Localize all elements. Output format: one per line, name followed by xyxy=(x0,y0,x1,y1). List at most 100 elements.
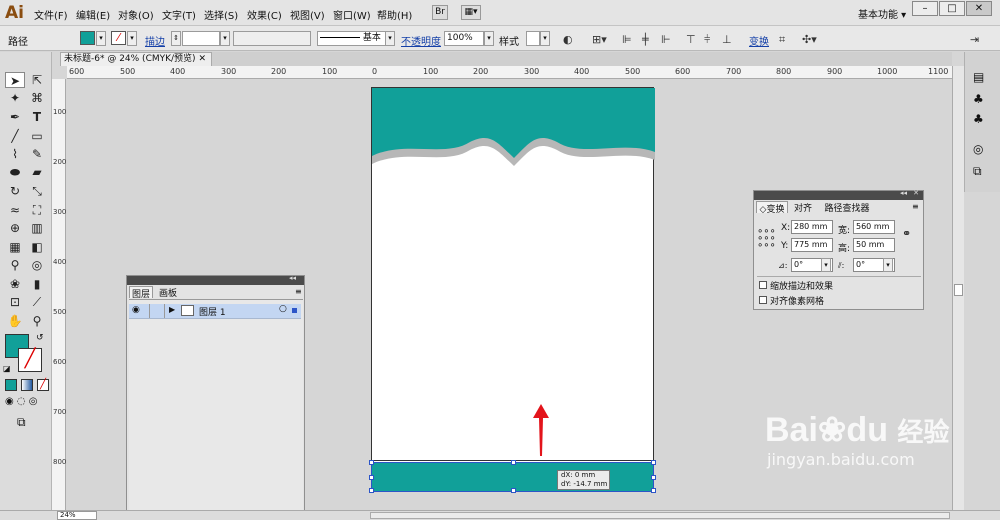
fill-dropdown[interactable]: ▾ xyxy=(96,31,106,46)
selection-handle[interactable] xyxy=(651,488,656,493)
lock-toggle[interactable] xyxy=(149,304,165,318)
align-to-icon[interactable]: ⊞▾ xyxy=(592,33,607,46)
bridge-button[interactable]: Br xyxy=(432,5,448,20)
vertical-scrollbar[interactable] xyxy=(952,66,964,510)
free-transform-icon[interactable]: ⛶ xyxy=(27,202,47,218)
align-top-icon[interactable]: ⊤ xyxy=(686,33,696,46)
selection-handle[interactable] xyxy=(511,488,516,493)
selected-footer-band[interactable] xyxy=(369,460,656,493)
align-bottom-icon[interactable]: ⊥ xyxy=(722,33,732,46)
swap-colors-icon[interactable]: ↺ xyxy=(36,333,44,343)
symbols-panel-icon[interactable]: ♣ xyxy=(973,112,984,126)
workspace-switcher[interactable]: 基本功能 ▾ xyxy=(858,6,906,21)
expand-triangle-icon[interactable]: ▶ xyxy=(169,305,175,314)
stroke-none-swatch[interactable]: ⁄ xyxy=(111,31,126,45)
stroke-weight-stepper[interactable]: ⇕ xyxy=(171,31,181,46)
symbol-sprayer-icon[interactable]: ❀ xyxy=(5,276,25,292)
default-colors-icon[interactable]: ◪ xyxy=(3,364,11,373)
magic-wand-icon[interactable]: ✦ xyxy=(5,90,25,106)
stroke-weight-dropdown[interactable]: ▾ xyxy=(220,31,230,46)
pen-tool-icon[interactable]: ✒ xyxy=(5,109,25,125)
height-field[interactable]: 50 mm xyxy=(853,238,895,252)
selection-handle[interactable] xyxy=(369,460,374,465)
brushes-panel-icon[interactable]: ♣ xyxy=(973,92,984,106)
menu-object[interactable]: 对象(O) xyxy=(118,7,154,22)
layer-row[interactable]: ◉ ▶ 图层 1 ○ xyxy=(129,304,301,319)
width-field[interactable]: 560 mm xyxy=(853,220,895,234)
menu-help[interactable]: 帮助(H) xyxy=(377,7,412,22)
menu-type[interactable]: 文字(T) xyxy=(162,7,196,22)
menu-select[interactable]: 选择(S) xyxy=(204,7,238,22)
collapse-icon[interactable]: ◂◂ xyxy=(289,274,296,282)
artboard[interactable] xyxy=(371,87,655,491)
perspective-grid-icon[interactable]: ▥ xyxy=(27,220,47,236)
appearance-panel-icon[interactable]: ◎ xyxy=(973,142,983,156)
eyedropper-icon[interactable]: ⚲ xyxy=(5,257,25,273)
isolate-icon[interactable]: ⌗ xyxy=(779,33,785,47)
tab-close-icon[interactable]: ✕ xyxy=(198,54,206,64)
align-pixel-checkbox[interactable] xyxy=(759,296,767,304)
variable-width-profile[interactable] xyxy=(233,31,311,46)
close-button[interactable]: ✕ xyxy=(966,1,992,16)
selection-handle[interactable] xyxy=(511,460,516,465)
panel-menu-icon[interactable]: ≡ xyxy=(295,287,302,296)
opacity-field[interactable]: 100% xyxy=(444,31,484,46)
shape-builder-icon[interactable]: ⊕ xyxy=(5,220,25,236)
opacity-link[interactable]: 不透明度 xyxy=(401,33,441,48)
tab-transform[interactable]: ◇变换 xyxy=(756,201,788,215)
constrain-link-icon[interactable]: ⚭ xyxy=(902,227,911,240)
options-icon[interactable]: ✣▾ xyxy=(802,33,817,46)
transform-link[interactable]: 变换 xyxy=(749,33,769,48)
gradient-mode-icon[interactable] xyxy=(21,379,33,391)
color-mode-icon[interactable] xyxy=(5,379,17,391)
paintbrush-icon[interactable]: ⌇ xyxy=(5,146,25,162)
selection-handle[interactable] xyxy=(369,475,374,480)
graphic-styles-icon[interactable]: ⧉ xyxy=(973,164,982,179)
rotate-tool-icon[interactable]: ↻ xyxy=(5,183,25,199)
panel-header[interactable]: ◂◂ ✕ xyxy=(754,189,923,200)
fill-swatch[interactable] xyxy=(80,31,95,45)
tab-align[interactable]: 对齐 xyxy=(791,201,815,214)
pencil-icon[interactable]: ✎ xyxy=(27,146,47,162)
reference-point-icon[interactable]: ∘∘∘ ∘∘∘ ∘∘∘ xyxy=(757,227,776,251)
arrange-documents-icon[interactable]: ▦▾ xyxy=(461,5,481,20)
panel-menu-icon[interactable]: ≡ xyxy=(912,202,919,211)
selection-tool-icon[interactable]: ➤ xyxy=(5,72,25,88)
menu-effect[interactable]: 效果(C) xyxy=(247,7,282,22)
warp-tool-icon[interactable]: ≈ xyxy=(5,202,25,218)
menu-file[interactable]: 文件(F) xyxy=(34,7,68,22)
align-right-icon[interactable]: ⊩ xyxy=(661,33,671,46)
selection-handle[interactable] xyxy=(651,460,656,465)
document-tab[interactable]: 未标题-6* @ 24% (CMYK/预览) ✕ xyxy=(60,52,212,66)
layer-name[interactable]: 图层 1 xyxy=(199,305,226,318)
gradient-tool-icon[interactable]: ◧ xyxy=(27,239,47,255)
tab-artboards[interactable]: 画板 xyxy=(155,286,181,299)
brush-dropdown[interactable]: ▾ xyxy=(385,31,395,46)
selection-handle[interactable] xyxy=(369,488,374,493)
scale-tool-icon[interactable]: ⤡ xyxy=(27,183,47,199)
graph-tool-icon[interactable]: ▮ xyxy=(27,276,47,292)
panel-header[interactable]: ◂◂ xyxy=(127,274,304,285)
blob-brush-icon[interactable]: ⬬ xyxy=(5,164,25,180)
blend-tool-icon[interactable]: ◎ xyxy=(27,257,47,273)
line-tool-icon[interactable]: ╱ xyxy=(5,128,25,144)
selection-handle[interactable] xyxy=(651,475,656,480)
shear-dropdown[interactable]: ▾ xyxy=(883,258,893,272)
none-mode-icon[interactable]: ╱ xyxy=(37,379,49,391)
scale-strokes-checkbox[interactable] xyxy=(759,281,767,289)
hand-tool-icon[interactable]: ✋ xyxy=(5,313,25,329)
zoom-field[interactable]: 24% xyxy=(57,511,97,520)
menu-window[interactable]: 窗口(W) xyxy=(333,7,371,22)
draw-mode-icons[interactable]: ◉ ◌ ◎ xyxy=(5,396,38,407)
stroke-dropdown[interactable]: ▾ xyxy=(127,31,137,46)
visibility-eye-icon[interactable]: ◉ xyxy=(132,305,140,315)
brush-definition[interactable]: 基本 xyxy=(317,31,395,46)
zoom-tool-icon[interactable]: ⚲ xyxy=(27,313,47,329)
y-field[interactable]: 775 mm xyxy=(791,238,833,252)
align-left-icon[interactable]: ⊫ xyxy=(622,33,632,46)
collapse-icon[interactable]: ◂◂ xyxy=(900,189,907,197)
horizontal-scrollbar[interactable] xyxy=(370,512,950,519)
recolor-artwork-icon[interactable]: ◐ xyxy=(563,33,573,46)
maximize-button[interactable]: □ xyxy=(939,1,965,16)
tab-pathfinder[interactable]: 路径查找器 xyxy=(818,201,876,214)
